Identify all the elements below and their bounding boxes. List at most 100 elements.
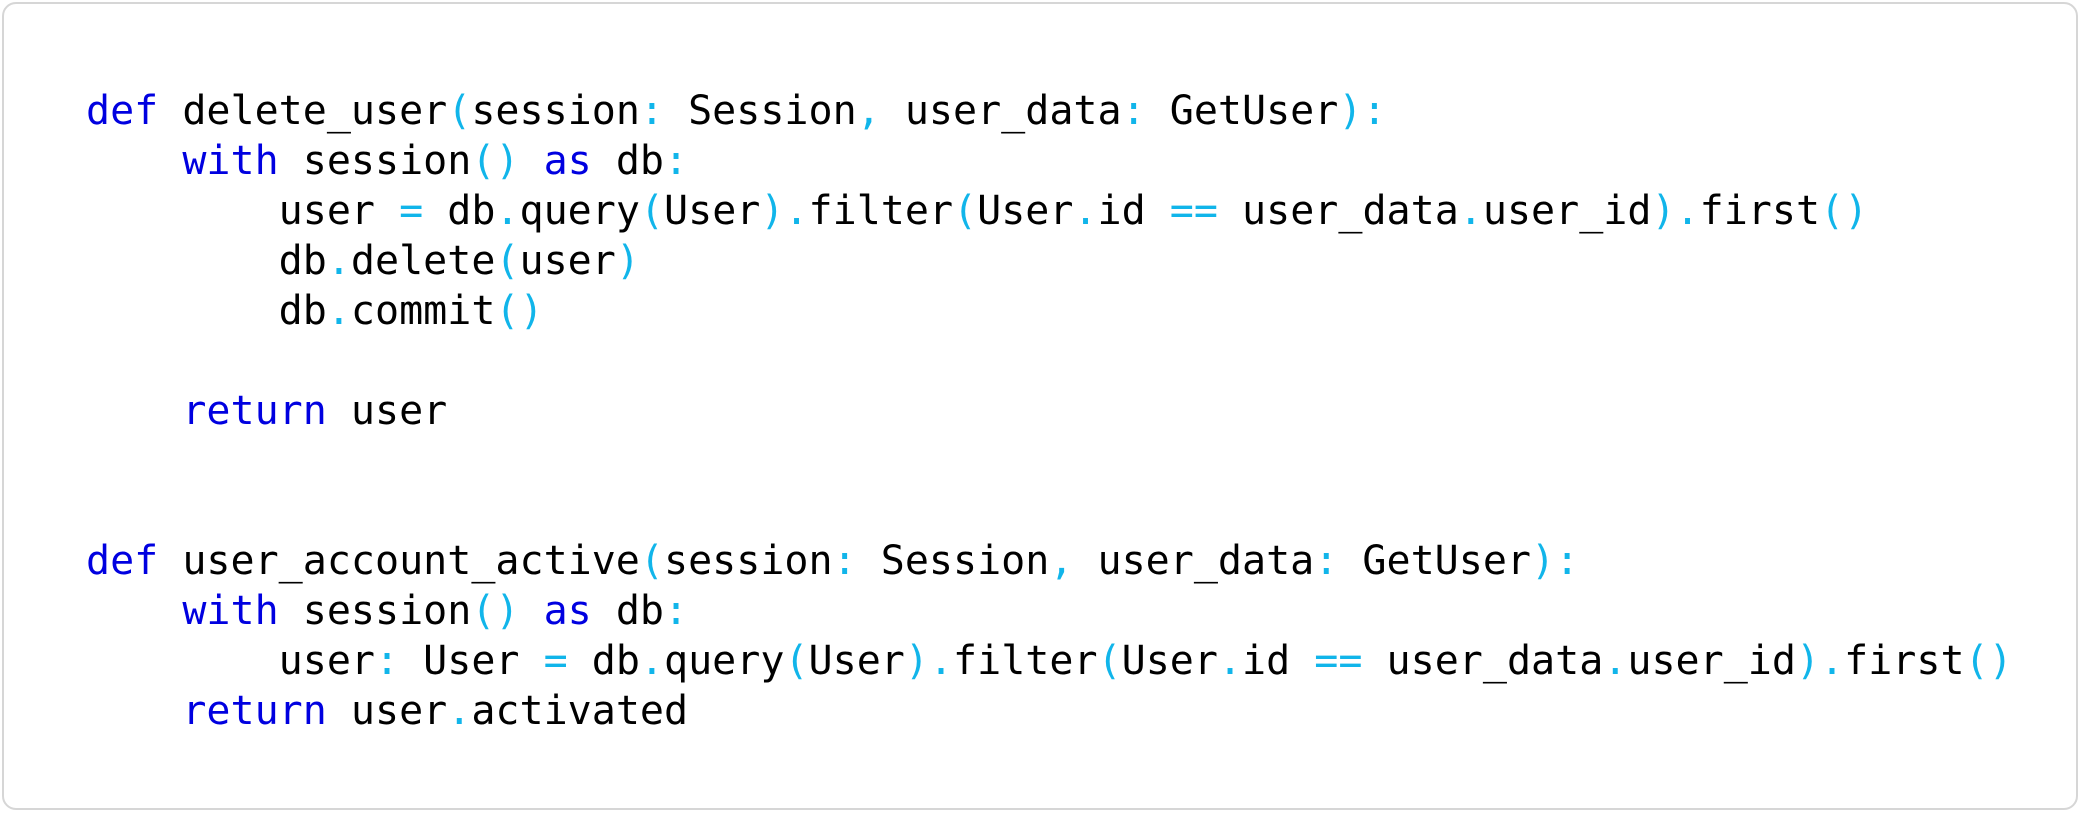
code-identifier: first [1699, 188, 1821, 234]
code-identifier: session [278, 588, 472, 634]
code-identifier [519, 588, 543, 634]
code-line: with session() as db: [86, 586, 2013, 636]
code-keyword: def [86, 88, 159, 134]
code-identifier: session [278, 138, 472, 184]
code-identifier: GetUser [1338, 538, 1531, 584]
code-keyword: as [543, 588, 592, 634]
code-identifier: session [663, 538, 833, 584]
code-punctuation: . [326, 238, 351, 284]
code-punctuation: . [1458, 188, 1483, 234]
code-identifier: user_data [1217, 188, 1459, 234]
code-punctuation: ). [760, 188, 809, 234]
code-punctuation: ( [447, 88, 472, 134]
code-identifier: user_id [1627, 638, 1796, 684]
code-identifier: user_id [1482, 188, 1652, 234]
code-keyword: return [182, 688, 327, 734]
code-punctuation: : [639, 88, 664, 134]
code-punctuation: . [1217, 638, 1243, 684]
code-keyword: with [182, 588, 279, 634]
code-punctuation: , [856, 88, 881, 134]
code-punctuation: . [326, 288, 351, 334]
code-punctuation: . [1073, 188, 1098, 234]
code-identifier: user [326, 688, 448, 734]
code-identifier: db [591, 588, 664, 634]
code-line: ​ [86, 336, 2013, 386]
code-identifier: User [664, 188, 761, 234]
code-identifier: first [1844, 638, 1965, 684]
code-line: user: User = db.query(User).filter(User.… [86, 636, 2013, 686]
code-punctuation: ( [784, 638, 809, 684]
code-punctuation: ): [1338, 88, 1387, 134]
code-identifier: user_data [1362, 638, 1604, 684]
code-identifier: activated [471, 688, 689, 734]
code-identifier [86, 588, 182, 634]
code-punctuation: ( [495, 238, 520, 284]
code-punctuation: () [471, 138, 520, 184]
code-line: ​ [86, 436, 2013, 486]
code-punctuation: . [495, 188, 520, 234]
code-identifier: Session [664, 88, 857, 134]
code-punctuation: ( [639, 538, 664, 584]
code-line: return user.activated [86, 686, 2013, 736]
code-punctuation: () [1820, 188, 1869, 234]
code-identifier: query [519, 188, 640, 234]
code-identifier: query [664, 638, 785, 684]
code-block: def delete_user(session: Session, user_d… [86, 86, 2013, 736]
code-punctuation: () [471, 588, 520, 634]
code-identifier [519, 138, 543, 184]
code-identifier: db [567, 638, 640, 684]
code-keyword: return [182, 388, 327, 434]
code-line: def delete_user(session: Session, user_d… [86, 86, 2013, 136]
code-punctuation: = [543, 638, 568, 684]
code-punctuation: : [1314, 538, 1339, 584]
code-identifier: User [1121, 638, 1218, 684]
code-identifier: db [86, 238, 327, 284]
code-punctuation: ( [1097, 638, 1122, 684]
code-identifier: GetUser [1145, 88, 1339, 134]
code-identifier: user_data [880, 88, 1122, 134]
code-keyword: def [86, 538, 159, 584]
code-punctuation: : [374, 638, 400, 684]
code-line: user = db.query(User).filter(User.id == … [86, 186, 2013, 236]
code-identifier: id [1097, 188, 1170, 234]
code-punctuation: ): [1530, 538, 1580, 584]
code-punctuation: ) [615, 238, 640, 284]
code-punctuation: . [1603, 638, 1628, 684]
code-identifier: delete [350, 238, 496, 284]
code-identifier: user [326, 388, 448, 434]
code-punctuation: = [399, 188, 424, 234]
code-keyword: with [182, 138, 279, 184]
code-punctuation: == [1314, 638, 1363, 684]
code-punctuation: == [1169, 188, 1218, 234]
code-identifier: db [423, 188, 496, 234]
code-identifier: session [471, 88, 640, 134]
code-identifier: user [86, 638, 375, 684]
code-identifier: commit [350, 288, 496, 334]
code-identifier: user [86, 188, 400, 234]
code-identifier: Session [856, 538, 1050, 584]
code-line: def user_account_active(session: Session… [86, 536, 2013, 586]
code-identifier: user_data [1073, 538, 1315, 584]
code-line: ​ [86, 486, 2013, 536]
code-punctuation: . [447, 688, 472, 734]
code-punctuation: : [664, 588, 689, 634]
code-identifier: filter [953, 638, 1098, 684]
code-punctuation: () [495, 288, 544, 334]
code-line: with session() as db: [86, 136, 2013, 186]
code-punctuation: ). [1795, 638, 1845, 684]
code-line: db.commit() [86, 286, 2013, 336]
code-line: return user [86, 386, 2013, 436]
code-identifier: db [591, 138, 664, 184]
code-identifier: user_account_active [158, 538, 640, 584]
code-identifier: id [1242, 638, 1315, 684]
code-identifier: filter [808, 188, 954, 234]
code-identifier: user [519, 238, 616, 284]
code-keyword: as [543, 138, 592, 184]
code-identifier: User [399, 638, 544, 684]
code-punctuation: ). [1651, 188, 1700, 234]
code-block-frame: def delete_user(session: Session, user_d… [2, 2, 2078, 810]
code-punctuation: . [639, 638, 665, 684]
code-punctuation: ( [639, 188, 665, 234]
code-punctuation: ). [904, 638, 954, 684]
code-identifier [86, 388, 182, 434]
